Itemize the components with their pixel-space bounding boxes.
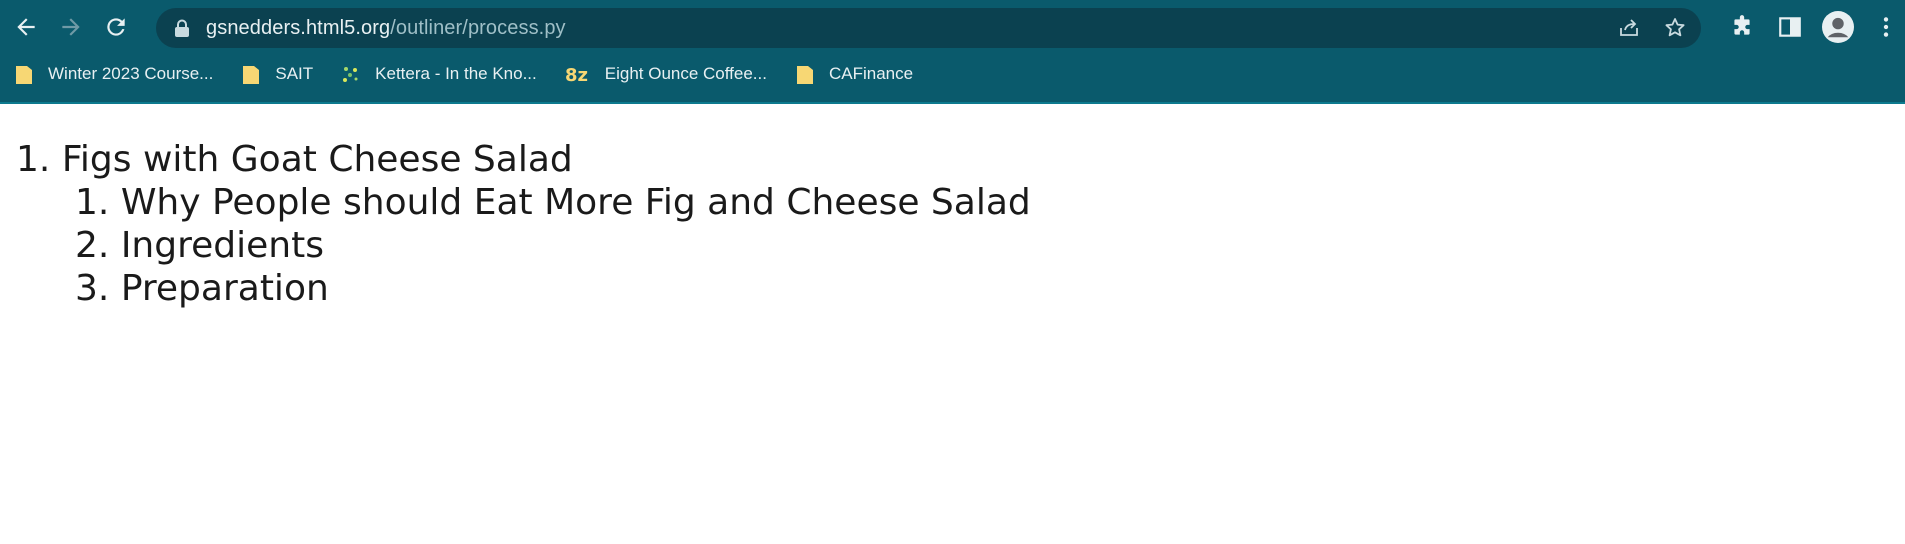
extensions-button[interactable]: [1718, 7, 1766, 47]
profile-button[interactable]: [1814, 7, 1862, 47]
outline-subitem: 3. Preparation: [75, 267, 1031, 310]
side-panel-button[interactable]: [1766, 7, 1814, 47]
puzzle-icon: [1734, 15, 1750, 35]
browser-toolbar: gsnedders.html5.org/outliner/process.py: [0, 0, 1905, 54]
url-host: gsnedders.html5.org: [206, 16, 391, 39]
bookmark-label: Kettera - In the Kno...: [375, 64, 537, 83]
outline-heading: Figs with Goat Cheese Salad: [61, 139, 573, 180]
reload-icon: [107, 18, 125, 36]
back-button[interactable]: [6, 7, 46, 47]
forward-button[interactable]: [51, 7, 91, 47]
outline-subitem: 2. Ingredients: [75, 224, 1031, 267]
lock-icon: [175, 19, 189, 37]
kettera-favicon: [341, 63, 361, 85]
eight-ounce-favicon: 8z: [565, 63, 591, 85]
bookmark-star-icon[interactable]: [1663, 16, 1687, 40]
page-content: 1. Figs with Goat Cheese Salad 1. Why Pe…: [0, 104, 1905, 544]
reload-button[interactable]: [96, 7, 136, 47]
outline-subheading: Why People should Eat More Fig and Chees…: [120, 182, 1031, 223]
bookmark-label: SAIT: [275, 64, 314, 83]
bookmark-sait[interactable]: SAIT: [241, 63, 313, 85]
side-panel-icon: [1779, 17, 1801, 37]
menu-button[interactable]: [1862, 7, 1905, 47]
bookmark-kettera[interactable]: Kettera - In the Kno...: [341, 63, 537, 85]
outline-subheading: Ingredients: [120, 225, 324, 266]
folder-icon: [795, 63, 815, 85]
folder-icon: [14, 63, 34, 85]
browser-chrome: gsnedders.html5.org/outliner/process.py: [0, 0, 1905, 104]
outline-subitem: 1. Why People should Eat More Fig and Ch…: [75, 181, 1031, 224]
bookmark-eight-ounce[interactable]: 8z Eight Ounce Coffee...: [565, 63, 767, 85]
outline-number: 2.: [75, 225, 110, 266]
outline-subheading: Preparation: [120, 268, 329, 309]
outline-number: 1.: [16, 139, 51, 180]
bookmarks-bar: Winter 2023 Course... SAIT Kettera - In …: [0, 56, 1905, 92]
toolbar-right-icons: [1718, 7, 1905, 47]
outline-sublist: 1. Why People should Eat More Fig and Ch…: [75, 181, 1031, 310]
share-icon[interactable]: [1617, 16, 1641, 40]
forward-arrow-icon: [62, 18, 80, 36]
address-bar-actions: [1617, 8, 1687, 48]
url-path: /outliner/process.py: [390, 16, 566, 39]
bookmark-label: CAFinance: [828, 64, 914, 83]
back-arrow-icon: [17, 18, 35, 36]
outline-number: 1.: [75, 182, 110, 223]
kebab-menu-icon: [1883, 17, 1889, 37]
address-bar[interactable]: gsnedders.html5.org/outliner/process.py: [156, 8, 1701, 48]
outline-item-top: 1. Figs with Goat Cheese Salad 1. Why Pe…: [16, 138, 1031, 310]
outline-number: 3.: [75, 268, 110, 309]
bookmark-label: Winter 2023 Course...: [48, 64, 214, 83]
bookmark-label: Eight Ounce Coffee...: [604, 64, 767, 83]
bookmark-winter-2023[interactable]: Winter 2023 Course...: [14, 63, 213, 85]
avatar-icon: [1822, 11, 1854, 43]
url-text[interactable]: gsnedders.html5.org/outliner/process.py: [206, 17, 566, 40]
folder-icon: [241, 63, 261, 85]
svg-text:8z: 8z: [565, 65, 588, 85]
bookmark-cafinance[interactable]: CAFinance: [795, 63, 913, 85]
